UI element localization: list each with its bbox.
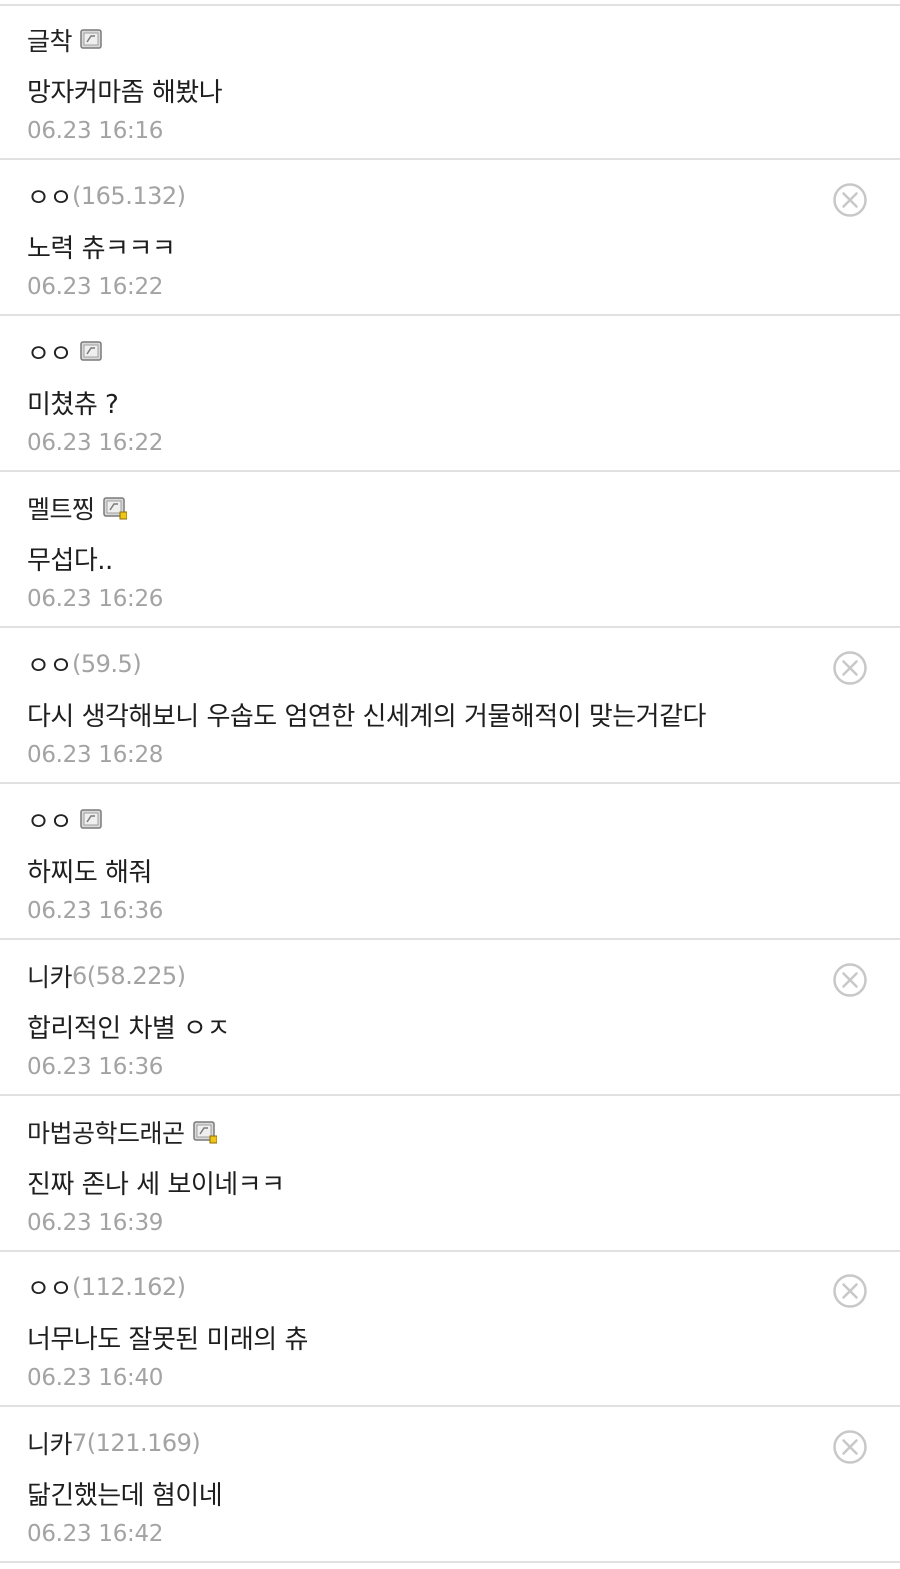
comment-date: 06.23 16:22: [27, 430, 164, 456]
comment-author: 니카 7(121.169): [27, 1425, 201, 1461]
comment-item: 마법공학드래곤진짜 존나 세 보이네ㅋㅋ 06.23 16:39: [0, 1096, 900, 1252]
author-nickname[interactable]: ㅇㅇ: [27, 178, 73, 214]
delete-comment-button[interactable]: [832, 962, 868, 998]
author-ip: 7(121.169): [72, 1429, 201, 1457]
comment-date: 06.23 16:16: [27, 118, 164, 144]
author-nickname[interactable]: ㅇㅇ: [27, 334, 73, 370]
comment-author: 글착: [27, 23, 104, 57]
new-gallog-icon[interactable]: [102, 496, 128, 520]
fixed-gallog-icon[interactable]: [80, 28, 104, 52]
close-circle-icon: [832, 651, 868, 690]
author-nickname[interactable]: 멜트찡: [27, 490, 95, 526]
comment-list: 글착 망자커마좀 해봤나 06.23 16:16 ㅇㅇ (165.132) 노력 츄ㅋㅋㅋ…: [0, 0, 900, 1569]
author-ip: (112.162): [72, 1273, 186, 1301]
comment-date: 06.23 16:40: [27, 1365, 164, 1391]
comment-author: 니카 6(58.225): [27, 959, 186, 993]
comment-text: 노력 츄ㅋㅋㅋ: [27, 234, 176, 264]
comment-author: ㅇㅇ (112.162): [27, 1270, 186, 1304]
comment-date: 06.23 16:36: [27, 898, 164, 924]
author-ip: (165.132): [72, 182, 186, 210]
comment-author: ㅇㅇ: [27, 335, 104, 369]
delete-comment-button[interactable]: [832, 650, 868, 686]
comment-text: 너무나도 잘못된 미래의 츄: [27, 1325, 308, 1355]
close-circle-icon: [832, 1430, 868, 1469]
close-circle-icon: [832, 1274, 868, 1313]
comment-text: 무섭다..: [27, 546, 113, 576]
author-nickname[interactable]: 마법공학드래곤: [27, 1114, 185, 1150]
comment-text: 다시 생각해보니 우솝도 엄연한 신세계의 거물해적이 맞는거같다: [27, 702, 706, 732]
author-nickname[interactable]: 글착: [27, 22, 73, 58]
comment-text: 망자커마좀 해봤나: [27, 78, 223, 108]
comment-item: 멜트찡무섭다.. 06.23 16:26: [0, 472, 900, 628]
new-gallog-icon[interactable]: [192, 1120, 218, 1144]
comment-date: 06.23 16:42: [27, 1521, 164, 1547]
comment-text: 하찌도 해줘: [27, 858, 152, 888]
comment-author: ㅇㅇ (165.132): [27, 179, 186, 213]
author-ip: (59.5): [72, 650, 142, 678]
delete-comment-button[interactable]: [832, 182, 868, 218]
comment-author: ㅇㅇ (59.5): [27, 646, 142, 682]
close-circle-icon: [832, 183, 868, 222]
comment-author: 마법공학드래곤: [27, 1114, 218, 1150]
author-nickname[interactable]: 니카: [27, 1425, 73, 1461]
author-nickname[interactable]: ㅇㅇ: [27, 646, 73, 682]
author-nickname[interactable]: ㅇㅇ: [27, 802, 73, 838]
comment-item: ㅇㅇ (112.162) 너무나도 잘못된 미래의 츄 06.23 16:40: [0, 1251, 900, 1407]
comment-item: ㅇㅇ 하찌도 해줘 06.23 16:36: [0, 784, 900, 940]
comment-author: ㅇㅇ: [27, 803, 104, 837]
author-nickname[interactable]: 니카: [27, 958, 73, 994]
comment-item: 글착망자커마좀 해봤나 06.23 16:16: [0, 4, 900, 160]
comment-item: ㅇㅇ (59.5) 다시 생각해보니 우솝도 엄연한 신세계의 거물해적이 맞는거같…: [0, 628, 900, 784]
comment-text: 미쳤츄 ?: [27, 390, 119, 420]
comment-item: ㅇㅇ 미쳤츄 ? 06.23 16:22: [0, 316, 900, 472]
comment-text: 합리적인 차별 ㅇㅈ: [27, 1014, 230, 1044]
comment-item: 니카 7(121.169) 닮긴했는데 혐이네 06.23 16:42: [0, 1407, 900, 1563]
close-circle-icon: [832, 963, 868, 1002]
comment-item: 니카 6(58.225) 합리적인 차별 ㅇㅈ 06.23 16:36: [0, 940, 900, 1096]
comment-date: 06.23 16:26: [27, 586, 164, 612]
author-ip: 6(58.225): [72, 962, 186, 990]
comment-text: 닮긴했는데 혐이네: [27, 1481, 223, 1511]
author-nickname[interactable]: ㅇㅇ: [27, 1269, 73, 1305]
comment-author: 멜트찡: [27, 490, 128, 526]
comment-date: 06.23 16:28: [27, 742, 164, 768]
fixed-gallog-icon[interactable]: [80, 340, 104, 364]
comment-date: 06.23 16:39: [27, 1210, 164, 1236]
comment-date: 06.23 16:36: [27, 1054, 164, 1080]
delete-comment-button[interactable]: [832, 1273, 868, 1309]
fixed-gallog-icon[interactable]: [80, 808, 104, 832]
comment-item: ㅇㅇ (165.132) 노력 츄ㅋㅋㅋ 06.23 16:22: [0, 160, 900, 316]
delete-comment-button[interactable]: [832, 1429, 868, 1465]
comment-text: 진짜 존나 세 보이네ㅋㅋ: [27, 1170, 285, 1200]
comment-date: 06.23 16:22: [27, 274, 164, 300]
